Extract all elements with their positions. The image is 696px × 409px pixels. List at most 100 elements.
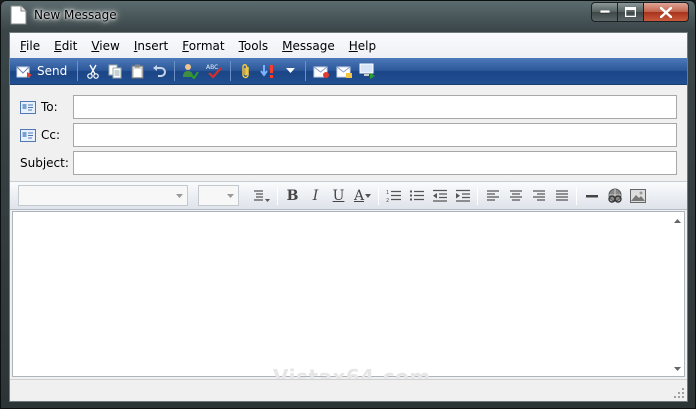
align-left-button[interactable]	[481, 185, 504, 207]
title-bar[interactable]: New Message	[1, 1, 695, 31]
address-book-icon	[20, 128, 36, 142]
chevron-down-icon	[365, 193, 372, 198]
subject-row: Subject:	[10, 149, 687, 177]
format-separator	[576, 186, 577, 205]
font-color-glyph: A	[353, 187, 365, 204]
menu-file[interactable]: File	[13, 36, 47, 56]
sign-message-icon	[313, 66, 330, 78]
resize-grip-icon[interactable]	[673, 387, 685, 399]
format-separator	[378, 186, 379, 205]
priority-button[interactable]	[257, 60, 279, 82]
to-input[interactable]	[73, 95, 677, 119]
encrypt-message-button[interactable]	[333, 60, 356, 82]
sign-message-button[interactable]	[310, 60, 333, 82]
check-names-button[interactable]	[179, 60, 202, 82]
message-body[interactable]: Vistax64.com	[12, 211, 685, 389]
check-names-icon	[183, 64, 200, 79]
menu-view-label: iew	[99, 38, 120, 53]
align-center-icon	[509, 189, 522, 201]
to-row: To:	[10, 93, 687, 121]
client-area: File Edit View Insert Format Tools Messa…	[9, 32, 688, 402]
maximize-button[interactable]	[618, 2, 644, 22]
scroll-up-icon	[673, 219, 681, 223]
toolbar-separator	[230, 61, 232, 81]
font-size-dropdown[interactable]	[222, 186, 238, 205]
copy-button[interactable]	[104, 60, 126, 82]
toolbar-separator	[77, 61, 79, 81]
menu-help[interactable]: Help	[342, 36, 383, 56]
menu-tools[interactable]: Tools	[232, 36, 276, 56]
menu-message[interactable]: Message	[275, 36, 342, 56]
send-button[interactable]: Send	[13, 60, 73, 82]
create-hyperlink-button[interactable]	[603, 185, 626, 207]
numbered-list-button[interactable]: 1 2	[382, 185, 405, 207]
chevron-down-icon	[175, 193, 183, 198]
spelling-button[interactable]: ABC	[202, 60, 226, 82]
attach-button[interactable]	[235, 60, 257, 82]
paragraph-style-button[interactable]	[249, 185, 274, 207]
font-size-select[interactable]	[198, 185, 239, 206]
minimize-button[interactable]	[591, 2, 618, 22]
align-right-icon	[532, 189, 545, 201]
priority-dropdown-button[interactable]	[279, 60, 301, 82]
to-label: To:	[41, 100, 58, 114]
message-header: To: Cc: Subject:	[10, 85, 687, 181]
menu-insert-label: nsert	[137, 38, 169, 53]
align-center-button[interactable]	[504, 185, 527, 207]
font-name-dropdown[interactable]	[171, 186, 187, 205]
insert-horizontal-line-button[interactable]	[580, 185, 603, 207]
main-toolbar: Send ABC	[10, 58, 687, 85]
subject-label: Subject:	[20, 156, 69, 170]
paste-button[interactable]	[126, 60, 148, 82]
horizontal-line-icon	[585, 194, 598, 197]
work-offline-button[interactable]	[356, 60, 379, 82]
to-label-wrap[interactable]: To:	[20, 99, 58, 115]
align-right-button[interactable]	[527, 185, 550, 207]
increase-indent-button[interactable]	[451, 185, 474, 207]
cc-label: Cc:	[41, 128, 61, 142]
menu-bar: File Edit View Insert Format Tools Messa…	[10, 33, 687, 58]
align-left-icon	[486, 189, 499, 201]
bold-button[interactable]: B	[281, 185, 304, 207]
cc-row: Cc:	[10, 121, 687, 149]
menu-help-label: elp	[357, 38, 377, 53]
underline-button[interactable]: U	[327, 185, 350, 207]
menu-insert[interactable]: Insert	[127, 36, 175, 56]
minimize-icon	[599, 10, 610, 14]
menu-edit-label: dit	[61, 38, 78, 53]
bulleted-list-button[interactable]	[405, 185, 428, 207]
cc-input[interactable]	[73, 123, 677, 147]
scroll-up-button[interactable]	[672, 216, 682, 226]
body-scrollbar[interactable]	[670, 212, 684, 376]
menu-format[interactable]: Format	[175, 36, 231, 56]
decrease-indent-button[interactable]	[428, 185, 451, 207]
bulleted-list-icon	[409, 190, 424, 200]
menu-format-label: ormat	[188, 38, 225, 53]
close-button[interactable]	[644, 2, 689, 22]
picture-icon	[629, 188, 646, 203]
menu-help-mnemonic: H	[348, 38, 358, 53]
insert-picture-button[interactable]	[626, 185, 649, 207]
menu-edit[interactable]: Edit	[47, 36, 84, 56]
undo-button[interactable]	[148, 60, 170, 82]
spell-check-glyph: ABC	[206, 64, 218, 71]
scissors-icon	[87, 64, 100, 79]
toolbar-separator	[174, 61, 176, 81]
italic-button[interactable]: I	[304, 185, 327, 207]
message-window: New Message File Edit View Insert Format…	[0, 0, 696, 409]
chevron-down-icon	[285, 68, 295, 73]
menu-view[interactable]: View	[84, 36, 126, 56]
offline-icon	[359, 63, 376, 79]
justify-button[interactable]	[550, 185, 573, 207]
spell-check-icon: ABC	[206, 64, 223, 79]
cut-button[interactable]	[82, 60, 104, 82]
scroll-down-button[interactable]	[672, 364, 682, 374]
menu-file-label: ile	[26, 38, 41, 53]
font-color-button[interactable]: A	[350, 185, 375, 207]
clipboard-icon	[131, 64, 144, 78]
font-name-select[interactable]	[18, 185, 188, 206]
copy-icon	[108, 64, 122, 78]
cc-label-wrap[interactable]: Cc:	[20, 127, 60, 143]
subject-input[interactable]	[73, 151, 677, 175]
status-bar	[10, 379, 687, 401]
